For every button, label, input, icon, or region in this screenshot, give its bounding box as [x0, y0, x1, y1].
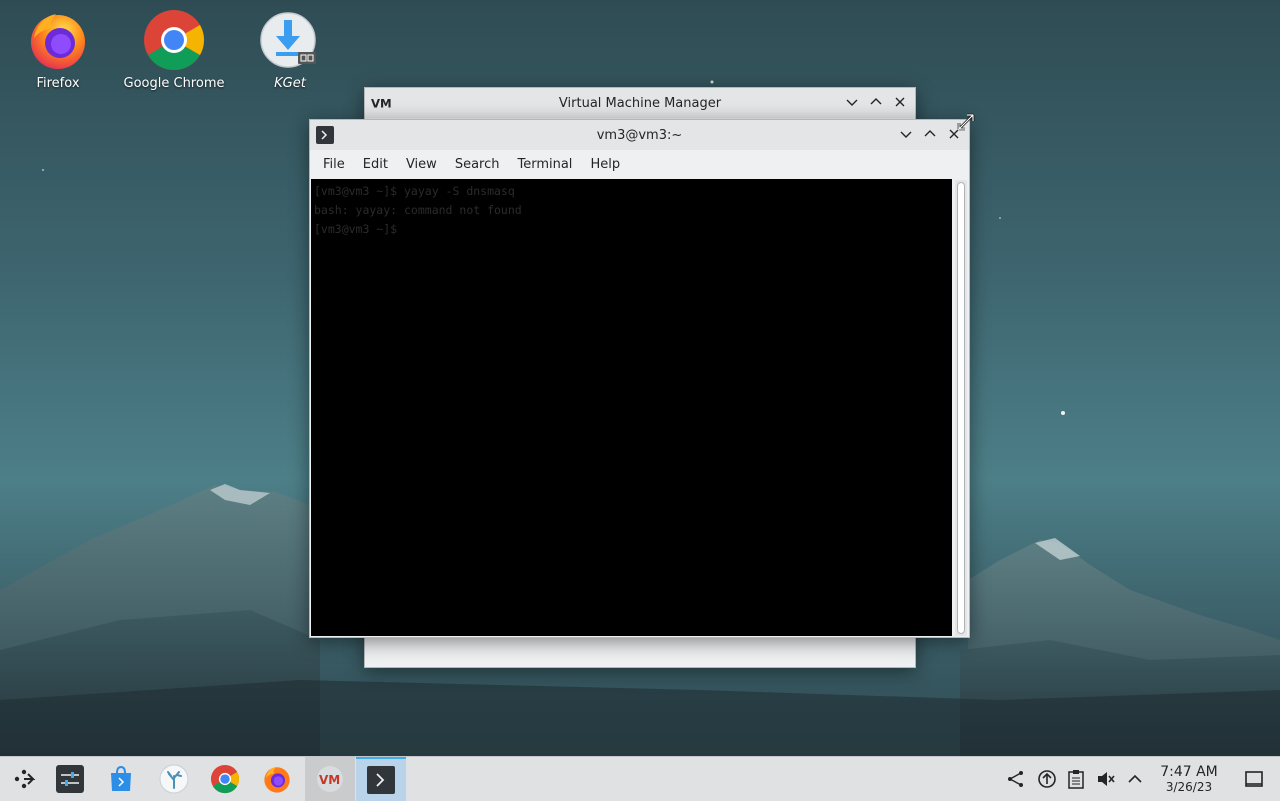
menu-help[interactable]: Help	[581, 153, 629, 176]
clipboard-icon	[1068, 770, 1084, 789]
close-button[interactable]	[891, 93, 909, 111]
taskbar: VM 7:47 AM 3/26/23	[0, 756, 1280, 801]
taskbar-app-konsole[interactable]	[356, 757, 406, 801]
close-icon	[895, 97, 905, 107]
terminal-prompt: [vm3@vm3 ~]$	[314, 222, 405, 236]
firefox-icon	[31, 14, 85, 69]
taskbar-app-virtual-machine-manager[interactable]: VM	[305, 757, 355, 801]
menu-file[interactable]: File	[314, 153, 354, 176]
terminal-line: [vm3@vm3 ~]$ yayay -S dnsmasq	[314, 184, 515, 198]
terminal-window[interactable]: vm3@vm3:~ File Edit View Search Terminal…	[309, 119, 970, 638]
chevron-up-icon	[924, 130, 936, 137]
clock-date: 3/26/23	[1165, 780, 1213, 794]
minimize-button[interactable]	[897, 125, 915, 143]
show-desktop-button[interactable]	[1241, 757, 1267, 801]
maximize-button[interactable]	[921, 125, 939, 143]
window-title: vm3@vm3:~	[596, 127, 683, 143]
chrome-icon	[210, 764, 240, 794]
tray-network[interactable]	[1003, 757, 1029, 801]
desktop-icon-label: Google Chrome	[123, 76, 225, 91]
menu-view[interactable]: View	[397, 153, 446, 176]
menu-terminal[interactable]: Terminal	[508, 153, 581, 176]
application-launcher-button[interactable]	[0, 757, 48, 801]
desktop-icon-firefox[interactable]: Firefox	[3, 8, 113, 91]
terminal-titlebar[interactable]: vm3@vm3:~	[310, 120, 969, 150]
scrollbar-thumb[interactable]	[957, 182, 965, 634]
resize-cursor-icon	[957, 113, 975, 131]
terminal-line: bash: yayay: command not found	[314, 203, 522, 217]
terminal-output[interactable]: [vm3@vm3 ~]$ yayay -S dnsmasq bash: yaya…	[311, 179, 952, 636]
store-icon	[111, 765, 131, 791]
desktop-icon-label: KGet	[274, 76, 306, 91]
tray-clipboard[interactable]	[1063, 757, 1089, 801]
minimize-button[interactable]	[843, 93, 861, 111]
taskbar-app-corals[interactable]	[150, 757, 198, 801]
chevron-down-icon	[846, 99, 858, 106]
digital-clock[interactable]: 7:47 AM 3/26/23	[1153, 764, 1225, 794]
desktop-icon-label: Firefox	[36, 76, 80, 91]
vmm-titlebar[interactable]: VM Virtual Machine Manager	[365, 88, 915, 118]
chevron-up-icon	[870, 98, 882, 105]
kget-icon	[260, 12, 316, 68]
desktop-icon-google-chrome[interactable]: Google Chrome	[119, 8, 229, 91]
taskbar-app-firefox[interactable]	[253, 757, 301, 801]
window-title: Virtual Machine Manager	[558, 95, 722, 111]
updates-icon	[1038, 770, 1056, 788]
svg-text:VM: VM	[319, 773, 340, 787]
volume-muted-icon	[1098, 772, 1115, 786]
tray-updates[interactable]	[1034, 757, 1060, 801]
application-launcher-icon	[14, 769, 36, 789]
menu-edit[interactable]: Edit	[354, 153, 397, 176]
tray-volume[interactable]	[1093, 757, 1119, 801]
terminal-scrollbar[interactable]	[955, 180, 967, 636]
tray-expand[interactable]	[1122, 757, 1148, 801]
firefox-icon	[264, 766, 290, 793]
taskbar-app-discover[interactable]	[97, 757, 145, 801]
settings-icon	[56, 765, 84, 793]
chrome-icon	[144, 10, 205, 71]
clock-time: 7:47 AM	[1160, 764, 1218, 780]
expand-tray-icon	[1128, 774, 1142, 783]
taskbar-app-system-settings[interactable]	[46, 757, 94, 801]
desktop-icon-kget[interactable]: KGet	[235, 8, 345, 91]
vmm-icon: VM	[317, 766, 343, 792]
terminal-icon	[367, 766, 395, 794]
chevron-down-icon	[900, 131, 912, 138]
show-desktop-icon	[1245, 771, 1263, 787]
terminal-menubar: File Edit View Search Terminal Help	[310, 150, 969, 178]
network-icon	[1008, 771, 1023, 787]
menu-search[interactable]: Search	[446, 153, 509, 176]
coral-icon	[159, 764, 189, 794]
maximize-button[interactable]	[867, 93, 885, 111]
taskbar-app-google-chrome[interactable]	[201, 757, 249, 801]
